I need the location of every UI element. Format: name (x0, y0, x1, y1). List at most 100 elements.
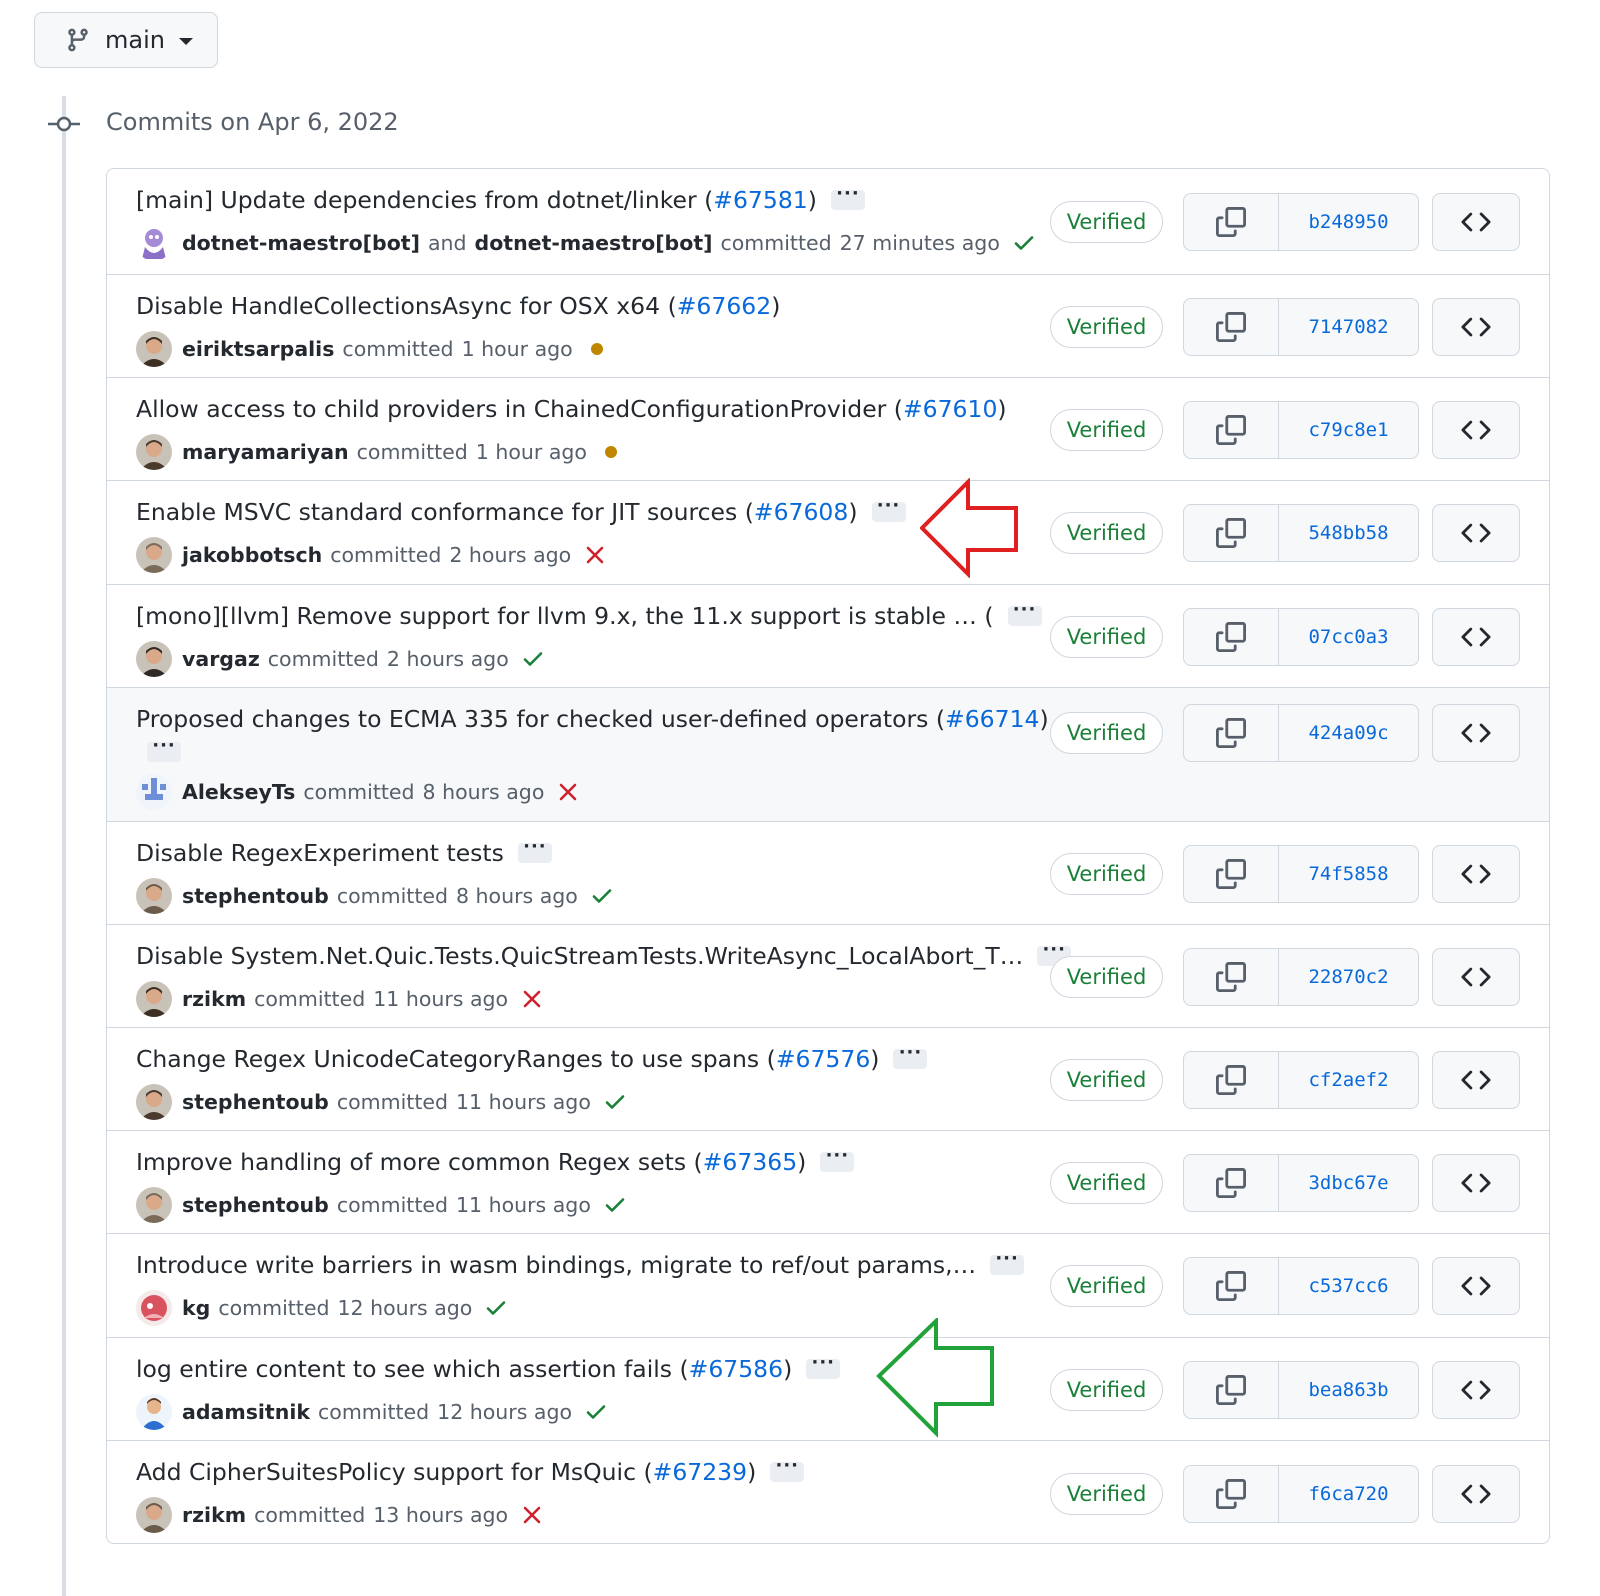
browse-repository-button[interactable] (1432, 608, 1520, 666)
commit-sha-link[interactable]: bea863b (1279, 1362, 1418, 1418)
ci-status[interactable] (590, 884, 614, 908)
ci-status[interactable] (583, 543, 607, 567)
avatar[interactable] (136, 225, 172, 261)
pull-request-link[interactable]: #67586 (689, 1355, 783, 1383)
copy-sha-button[interactable] (1184, 609, 1279, 665)
avatar[interactable] (136, 434, 172, 470)
verified-badge[interactable]: Verified (1050, 712, 1163, 754)
commit-message-link[interactable]: Proposed changes to ECMA 335 for checked… (136, 705, 928, 733)
browse-repository-button[interactable] (1432, 1465, 1520, 1523)
browse-repository-button[interactable] (1432, 1257, 1520, 1315)
expand-description-button[interactable] (871, 495, 906, 522)
commit-sha-link[interactable]: 74f5858 (1279, 846, 1418, 902)
pull-request-link[interactable]: #67239 (653, 1458, 747, 1486)
browse-repository-button[interactable] (1432, 298, 1520, 356)
commit-sha-link[interactable]: c537cc6 (1279, 1258, 1418, 1314)
commit-message-link[interactable]: [main] Update dependencies from dotnet/l… (136, 186, 697, 214)
verified-badge[interactable]: Verified (1050, 1059, 1163, 1101)
commit-message-link[interactable]: Disable RegexExperiment tests (136, 839, 504, 867)
ci-status[interactable] (520, 1503, 544, 1527)
expand-description-button[interactable] (770, 1455, 805, 1482)
commit-message-link[interactable]: Disable HandleCollectionsAsync for OSX x… (136, 292, 660, 320)
author-link[interactable]: rzikm (182, 987, 246, 1011)
verified-badge[interactable]: Verified (1050, 409, 1163, 451)
verified-badge[interactable]: Verified (1050, 1473, 1163, 1515)
copy-sha-button[interactable] (1184, 194, 1279, 250)
expand-description-button[interactable] (806, 1352, 841, 1379)
copy-sha-button[interactable] (1184, 846, 1279, 902)
expand-description-button[interactable] (147, 735, 181, 762)
ci-status[interactable] (484, 1296, 508, 1320)
verified-badge[interactable]: Verified (1050, 512, 1163, 554)
avatar[interactable] (136, 1084, 172, 1120)
verified-badge[interactable]: Verified (1050, 1265, 1163, 1307)
copy-sha-button[interactable] (1184, 1466, 1279, 1522)
ci-status[interactable] (1012, 231, 1036, 255)
copy-sha-button[interactable] (1184, 402, 1279, 458)
expand-description-button[interactable] (517, 836, 552, 863)
author-link[interactable]: eiriktsarpalis (182, 337, 334, 361)
pull-request-link[interactable]: #67610 (903, 395, 997, 423)
expand-description-button[interactable] (820, 1145, 855, 1172)
verified-badge[interactable]: Verified (1050, 853, 1163, 895)
commit-message-link[interactable]: Introduce write barriers in wasm binding… (136, 1251, 976, 1279)
browse-repository-button[interactable] (1432, 1154, 1520, 1212)
pull-request-link[interactable]: #67662 (677, 292, 771, 320)
commit-sha-link[interactable]: 7147082 (1279, 299, 1418, 355)
author-link[interactable]: jakobbotsch (182, 543, 322, 567)
author-link[interactable]: maryamariyan (182, 440, 349, 464)
verified-badge[interactable]: Verified (1050, 201, 1163, 243)
ci-status[interactable] (603, 1193, 627, 1217)
verified-badge[interactable]: Verified (1050, 1162, 1163, 1204)
copy-sha-button[interactable] (1184, 949, 1279, 1005)
commit-sha-link[interactable]: b248950 (1279, 194, 1418, 250)
browse-repository-button[interactable] (1432, 1051, 1520, 1109)
browse-repository-button[interactable] (1432, 1361, 1520, 1419)
commit-message-link[interactable]: [mono][llvm] Remove support for llvm 9.x… (136, 602, 994, 630)
pull-request-link[interactable]: #67608 (754, 498, 848, 526)
author-link[interactable]: kg (182, 1296, 210, 1320)
commit-message-link[interactable]: Change Regex UnicodeCategoryRanges to us… (136, 1045, 759, 1073)
avatar[interactable] (136, 878, 172, 914)
commit-sha-link[interactable]: 22870c2 (1279, 949, 1418, 1005)
author-link[interactable]: dotnet-maestro[bot] (182, 231, 420, 255)
expand-description-button[interactable] (990, 1248, 1025, 1275)
branch-selector-button[interactable]: main (34, 12, 218, 68)
expand-description-button[interactable] (830, 183, 865, 210)
copy-sha-button[interactable] (1184, 1052, 1279, 1108)
commit-message-link[interactable]: Allow access to child providers in Chain… (136, 395, 886, 423)
commit-sha-link[interactable]: c79c8e1 (1279, 402, 1418, 458)
pull-request-link[interactable]: #67581 (713, 186, 807, 214)
avatar[interactable] (136, 1187, 172, 1223)
ci-status[interactable] (556, 780, 580, 804)
verified-badge[interactable]: Verified (1050, 956, 1163, 998)
commit-sha-link[interactable]: 3dbc67e (1279, 1155, 1418, 1211)
avatar[interactable] (136, 1290, 172, 1326)
copy-sha-button[interactable] (1184, 1155, 1279, 1211)
commit-sha-link[interactable]: cf2aef2 (1279, 1052, 1418, 1108)
author-link[interactable]: vargaz (182, 647, 260, 671)
commit-message-link[interactable]: Add CipherSuitesPolicy support for MsQui… (136, 1458, 636, 1486)
copy-sha-button[interactable] (1184, 505, 1279, 561)
avatar[interactable] (136, 1497, 172, 1533)
avatar[interactable] (136, 981, 172, 1017)
copy-sha-button[interactable] (1184, 1258, 1279, 1314)
verified-badge[interactable]: Verified (1050, 1369, 1163, 1411)
commit-sha-link[interactable]: 07cc0a3 (1279, 609, 1418, 665)
commit-message-link[interactable]: Disable System.Net.Quic.Tests.QuicStream… (136, 942, 1023, 970)
ci-status[interactable] (603, 1090, 627, 1114)
author-link[interactable]: stephentoub (182, 1090, 329, 1114)
pull-request-link[interactable]: #66714 (945, 705, 1039, 733)
author-link[interactable]: stephentoub (182, 1193, 329, 1217)
author-link[interactable]: AlekseyTs (182, 780, 295, 804)
avatar[interactable] (136, 331, 172, 367)
ci-status[interactable] (599, 440, 623, 464)
verified-badge[interactable]: Verified (1050, 616, 1163, 658)
expand-description-button[interactable] (1007, 599, 1042, 626)
browse-repository-button[interactable] (1432, 845, 1520, 903)
copy-sha-button[interactable] (1184, 299, 1279, 355)
browse-repository-button[interactable] (1432, 401, 1520, 459)
browse-repository-button[interactable] (1432, 193, 1520, 251)
author-link[interactable]: stephentoub (182, 884, 329, 908)
browse-repository-button[interactable] (1432, 948, 1520, 1006)
